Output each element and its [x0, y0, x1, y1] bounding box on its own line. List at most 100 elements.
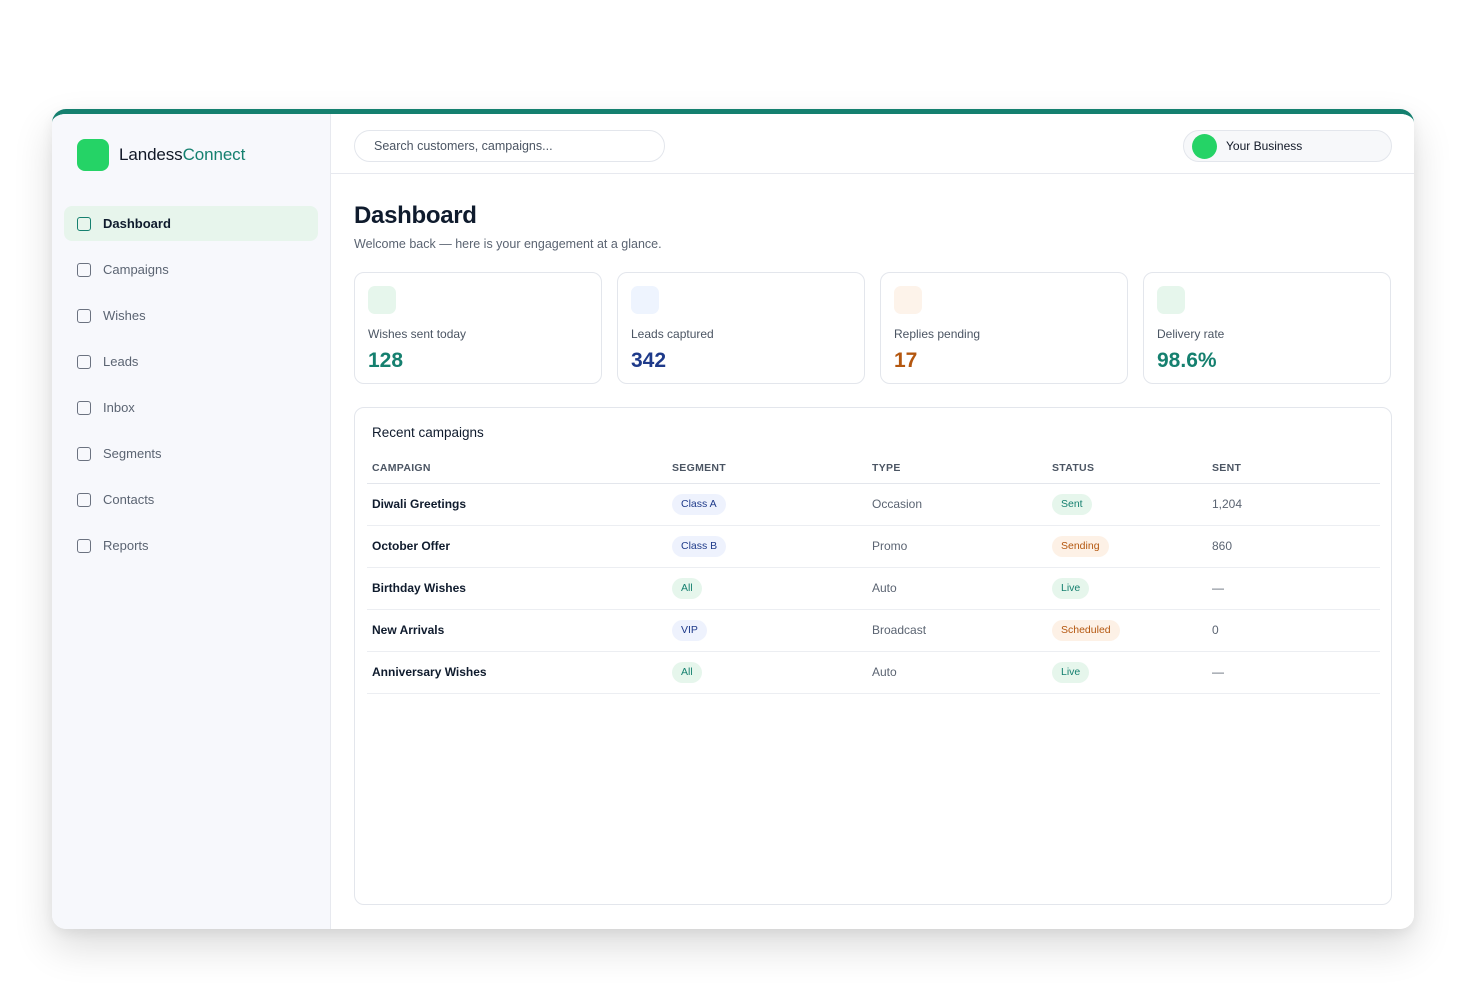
brand[interactable]: LandessConnect: [77, 139, 245, 171]
panel-title: Recent campaigns: [372, 425, 484, 440]
wishes-icon: [77, 308, 91, 323]
status-badge: Live: [1052, 577, 1090, 599]
leads-icon: [77, 354, 91, 369]
sidebar-item-label: Campaigns: [103, 262, 169, 277]
stat-label: Delivery rate: [1157, 327, 1225, 341]
segment-cell: Class B: [667, 525, 867, 568]
brand-name-part1: Landess: [119, 145, 183, 164]
inbox-icon: [77, 400, 91, 415]
status-badge: Scheduled: [1052, 619, 1120, 641]
stat-label: Wishes sent today: [368, 327, 467, 341]
status-cell: Sending: [1047, 525, 1207, 568]
column-header-campaign[interactable]: CAMPAIGN: [367, 453, 667, 484]
recent-campaigns-panel: Recent campaigns CAMPAIGN SEGMENT TYPE S…: [354, 407, 1392, 905]
stat-label: Leads captured: [631, 327, 714, 341]
replies-stat-icon: [894, 286, 922, 314]
status-cell: Sent: [1047, 483, 1207, 526]
sidebar-item-label: Dashboard: [103, 216, 171, 231]
campaign-name: October Offer: [367, 525, 667, 568]
segment-badge: All: [672, 577, 702, 599]
status-badge: Live: [1052, 661, 1090, 683]
sidebar-item-inbox[interactable]: Inbox: [64, 390, 318, 425]
stat-card-delivery: Delivery rate 98.6%: [1143, 272, 1391, 384]
sent-cell: 1,204: [1207, 483, 1380, 526]
app-window: LandessConnect Dashboard Campaigns Wishe…: [52, 109, 1414, 929]
campaign-name: Birthday Wishes: [367, 567, 667, 610]
brand-name-part2: Connect: [182, 145, 246, 164]
account-name: Your Business: [1226, 139, 1303, 153]
sent-cell: —: [1207, 651, 1380, 694]
segment-badge: All: [672, 661, 702, 683]
segment-cell: All: [667, 567, 867, 610]
sent-cell: —: [1207, 567, 1380, 610]
sent-cell: 860: [1207, 525, 1380, 568]
column-header-status[interactable]: STATUS: [1047, 453, 1207, 484]
stat-value: 17: [894, 349, 918, 372]
table-row[interactable]: Diwali Greetings Class A Occasion Sent 1…: [367, 483, 1380, 526]
dashboard-icon: [77, 216, 91, 231]
sidebar-item-label: Inbox: [103, 400, 135, 415]
stat-card-leads: Leads captured 342: [617, 272, 865, 384]
table-header-row: CAMPAIGN SEGMENT TYPE STATUS SENT: [367, 453, 1380, 484]
type-cell: Broadcast: [867, 609, 1047, 652]
table-row[interactable]: October Offer Class B Promo Sending 860: [367, 525, 1380, 568]
campaign-name: Anniversary Wishes: [367, 651, 667, 694]
type-cell: Auto: [867, 651, 1047, 694]
table-row[interactable]: Birthday Wishes All Auto Live —: [367, 567, 1380, 610]
status-badge: Sending: [1052, 535, 1109, 557]
segment-cell: All: [667, 651, 867, 694]
campaigns-table: CAMPAIGN SEGMENT TYPE STATUS SENT Diwali…: [367, 453, 1380, 694]
column-header-sent[interactable]: SENT: [1207, 453, 1380, 484]
leads-stat-icon: [631, 286, 659, 314]
stats-row: Wishes sent today 128 Leads captured 342…: [354, 272, 1391, 384]
sidebar-item-reports[interactable]: Reports: [64, 528, 318, 563]
search-input[interactable]: [354, 130, 665, 162]
segment-badge: VIP: [672, 619, 707, 641]
page-title: Dashboard: [354, 202, 477, 229]
status-cell: Scheduled: [1047, 609, 1207, 652]
sidebar-item-wishes[interactable]: Wishes: [64, 298, 318, 333]
segment-badge: Class B: [672, 535, 727, 557]
column-header-segment[interactable]: SEGMENT: [667, 453, 867, 484]
type-cell: Promo: [867, 525, 1047, 568]
table-row[interactable]: New Arrivals VIP Broadcast Scheduled 0: [367, 609, 1380, 652]
segment-cell: VIP: [667, 609, 867, 652]
sidebar-item-label: Wishes: [103, 308, 146, 323]
status-cell: Live: [1047, 651, 1207, 694]
wishes-stat-icon: [368, 286, 396, 314]
sidebar-item-dashboard[interactable]: Dashboard: [64, 206, 318, 241]
sidebar-item-label: Segments: [103, 446, 162, 461]
brand-name: LandessConnect: [119, 145, 245, 165]
type-cell: Auto: [867, 567, 1047, 610]
stat-value: 98.6%: [1157, 349, 1217, 372]
stat-card-replies: Replies pending 17: [880, 272, 1128, 384]
sidebar: LandessConnect Dashboard Campaigns Wishe…: [52, 114, 331, 929]
column-header-type[interactable]: TYPE: [867, 453, 1047, 484]
sidebar-nav: Dashboard Campaigns Wishes Leads Inbox S…: [64, 206, 318, 574]
contacts-icon: [77, 492, 91, 507]
sidebar-item-segments[interactable]: Segments: [64, 436, 318, 471]
stat-value: 342: [631, 349, 667, 372]
table-row[interactable]: Anniversary Wishes All Auto Live —: [367, 651, 1380, 694]
sidebar-item-leads[interactable]: Leads: [64, 344, 318, 379]
reports-icon: [77, 538, 91, 553]
sidebar-item-campaigns[interactable]: Campaigns: [64, 252, 318, 287]
sidebar-item-contacts[interactable]: Contacts: [64, 482, 318, 517]
sent-cell: 0: [1207, 609, 1380, 652]
brand-logo: [77, 139, 109, 171]
campaign-name: Diwali Greetings: [367, 483, 667, 526]
segment-badge: Class A: [672, 493, 726, 515]
stat-card-wishes: Wishes sent today 128: [354, 272, 602, 384]
sidebar-item-label: Contacts: [103, 492, 155, 507]
campaigns-icon: [77, 262, 91, 277]
status-cell: Live: [1047, 567, 1207, 610]
main-content: Your Business Dashboard Welcome back — h…: [331, 114, 1414, 929]
topbar: Your Business: [331, 114, 1414, 174]
campaign-name: New Arrivals: [367, 609, 667, 652]
avatar: [1192, 133, 1217, 159]
status-badge: Sent: [1052, 493, 1092, 515]
segments-icon: [77, 446, 91, 461]
type-cell: Occasion: [867, 483, 1047, 526]
account-menu[interactable]: Your Business: [1183, 130, 1392, 162]
sidebar-item-label: Reports: [103, 538, 149, 553]
